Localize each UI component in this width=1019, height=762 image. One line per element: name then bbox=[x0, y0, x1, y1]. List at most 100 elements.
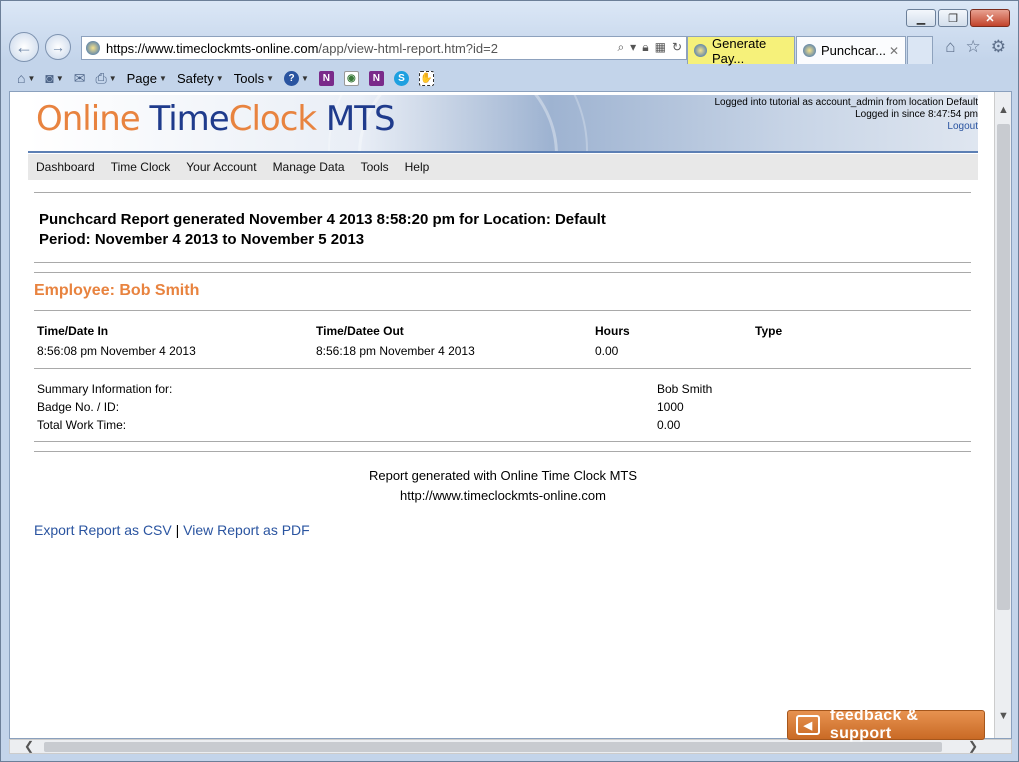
maximize-button[interactable]: ❐ bbox=[938, 9, 968, 27]
feedback-label: feedback & support bbox=[829, 707, 919, 742]
window-controls: ▁ ❐ ✕ bbox=[906, 9, 1010, 27]
footer-url: http://www.timeclockmts-online.com bbox=[400, 488, 606, 503]
menu-item-time-clock[interactable]: Time Clock bbox=[111, 160, 171, 174]
site-logo[interactable]: Online TimeClock MTS bbox=[36, 99, 396, 139]
feeds-menu[interactable]: ◙ ▼ bbox=[45, 70, 63, 86]
url-path: /app/view-html-report.htm?id=2 bbox=[318, 40, 498, 56]
login-line-1: Logged into tutorial as account_admin fr… bbox=[714, 97, 979, 108]
home-menu[interactable]: ⌂ ▼ bbox=[17, 70, 35, 86]
logo-word-time: Time bbox=[149, 99, 229, 139]
tab-generate-pay[interactable]: Generate Pay... bbox=[687, 35, 795, 66]
divider bbox=[34, 192, 971, 193]
vertical-scroll-thumb[interactable] bbox=[997, 124, 1010, 610]
menu-item-help[interactable]: Help bbox=[405, 160, 430, 174]
eye-icon[interactable]: ◉ bbox=[343, 70, 359, 86]
tab-label: Generate Pay... bbox=[712, 35, 767, 66]
help-menu[interactable]: ? ▼ bbox=[284, 70, 309, 86]
onenote-icon[interactable]: N bbox=[318, 70, 334, 86]
employee-heading: Employee: Bob Smith bbox=[34, 282, 200, 299]
main-menu: Dashboard Time Clock Your Account Manage… bbox=[28, 154, 978, 180]
lock-icon[interactable]: 🔒︎ bbox=[642, 40, 648, 55]
scroll-down-icon[interactable]: ▼ bbox=[995, 710, 1011, 724]
export-csv-link[interactable]: Export Report as CSV bbox=[34, 522, 172, 538]
divider bbox=[34, 262, 971, 263]
address-bar[interactable]: https://www.timeclockmts-online.com/app/… bbox=[81, 36, 687, 60]
scroll-left-icon[interactable]: ❮ bbox=[24, 739, 34, 753]
printer-icon: ⎙ bbox=[95, 69, 107, 86]
login-line-2: Logged in since 8:47:54 pm bbox=[855, 109, 978, 120]
link-separator: | bbox=[175, 522, 180, 538]
logout-link[interactable]: Logout bbox=[715, 121, 978, 133]
divider bbox=[34, 441, 971, 442]
tab-site-icon bbox=[803, 44, 816, 57]
page-menu-label: Page bbox=[126, 70, 158, 86]
feedback-support-button[interactable]: ◀ feedback & support bbox=[787, 707, 985, 742]
cell-time-out: 8:56:18 pm November 4 2013 bbox=[316, 344, 475, 358]
chevron-down-icon: ▼ bbox=[27, 73, 36, 83]
page-menu[interactable]: Page ▼ bbox=[127, 71, 167, 86]
print-menu[interactable]: ⎙ ▼ bbox=[96, 70, 117, 87]
logo-word-mts: MTS bbox=[325, 99, 396, 139]
summary-value: 1000 bbox=[657, 400, 684, 414]
summary-label: Badge No. / ID: bbox=[37, 400, 120, 414]
view-pdf-link[interactable]: View Report as PDF bbox=[183, 522, 310, 538]
skype-icon[interactable]: S bbox=[393, 70, 409, 86]
tab-punchcard[interactable]: Punchcar... ✕ bbox=[796, 36, 906, 64]
dropdown-icon[interactable]: ▾ bbox=[630, 40, 636, 55]
navigation-bar: ← → https://www.timeclockmts-online.com /… bbox=[9, 31, 1012, 66]
chevron-down-icon: ▼ bbox=[266, 73, 274, 83]
clip-icon[interactable]: ✋ bbox=[418, 70, 434, 86]
site-banner: Online TimeClock MTS Logged into tutoria… bbox=[28, 95, 978, 153]
menu-item-your-account[interactable]: Your Account bbox=[186, 160, 256, 174]
logo-word-online: Online bbox=[36, 99, 141, 139]
onenote-linked-icon[interactable]: N bbox=[368, 70, 384, 86]
tools-menu-label: Tools bbox=[233, 70, 265, 86]
chevron-down-icon: ▼ bbox=[108, 73, 117, 83]
tab-site-icon bbox=[694, 44, 707, 57]
report-period: Period: November 4 2013 to November 5 20… bbox=[39, 231, 365, 248]
footer-line-1: Report generated with Online Time Clock … bbox=[368, 468, 638, 483]
column-header-time-out: Time/Datee Out bbox=[316, 324, 404, 338]
divider bbox=[34, 310, 971, 311]
chevron-down-icon: ▼ bbox=[159, 73, 167, 83]
report-footer: Report generated with Online Time Clock … bbox=[28, 466, 978, 506]
help-icon: ? bbox=[284, 70, 299, 86]
horizontal-scroll-thumb[interactable] bbox=[44, 742, 942, 752]
settings-gear-icon[interactable]: ⚙ bbox=[991, 37, 1006, 57]
minimize-button[interactable]: ▁ bbox=[906, 9, 936, 27]
summary-value: Bob Smith bbox=[657, 382, 713, 396]
menu-item-manage-data[interactable]: Manage Data bbox=[273, 160, 345, 174]
close-window-button[interactable]: ✕ bbox=[970, 9, 1010, 27]
browser-toolbar-icons: ⌂ ☆ ⚙ bbox=[945, 37, 1006, 57]
forward-arrow-icon: → bbox=[51, 39, 65, 55]
summary-section: Summary Information for: Bob Smith Badge… bbox=[37, 380, 967, 434]
refresh-icon[interactable]: ↻ bbox=[672, 40, 682, 55]
rss-feed-icon: ◙ bbox=[45, 70, 54, 86]
forward-button[interactable]: → bbox=[45, 34, 71, 60]
site-icon bbox=[86, 41, 100, 55]
mail-button[interactable]: ✉ bbox=[74, 70, 86, 87]
scroll-up-icon[interactable]: ▲ bbox=[995, 104, 1011, 118]
search-icon[interactable]: ⌕ bbox=[617, 40, 624, 55]
divider bbox=[34, 368, 971, 369]
tools-menu[interactable]: Tools ▼ bbox=[234, 71, 274, 86]
mail-icon: ✉ bbox=[73, 69, 86, 86]
favorites-star-icon[interactable]: ☆ bbox=[966, 37, 981, 57]
column-header-type: Type bbox=[755, 324, 783, 338]
summary-value: 0.00 bbox=[657, 418, 681, 432]
home-icon[interactable]: ⌂ bbox=[945, 37, 955, 57]
menu-item-dashboard[interactable]: Dashboard bbox=[36, 160, 95, 174]
vertical-scrollbar[interactable]: ▲ ▼ bbox=[994, 92, 1011, 738]
close-tab-icon[interactable]: ✕ bbox=[889, 44, 899, 58]
back-button[interactable]: ← bbox=[9, 32, 39, 62]
url-host: https://www.timeclockmts-online.com bbox=[106, 40, 319, 56]
web-page: Online TimeClock MTS Logged into tutoria… bbox=[28, 92, 978, 738]
compatibility-icon[interactable]: ▦ bbox=[655, 40, 666, 55]
page-viewport: Online TimeClock MTS Logged into tutoria… bbox=[9, 91, 1012, 739]
column-header-hours: Hours bbox=[595, 324, 630, 338]
safety-menu[interactable]: Safety ▼ bbox=[177, 71, 224, 86]
menu-item-tools[interactable]: Tools bbox=[361, 160, 389, 174]
new-tab-button[interactable] bbox=[907, 36, 933, 64]
chevron-down-icon: ▼ bbox=[301, 73, 309, 83]
logo-word-clock: Clock bbox=[228, 99, 317, 139]
